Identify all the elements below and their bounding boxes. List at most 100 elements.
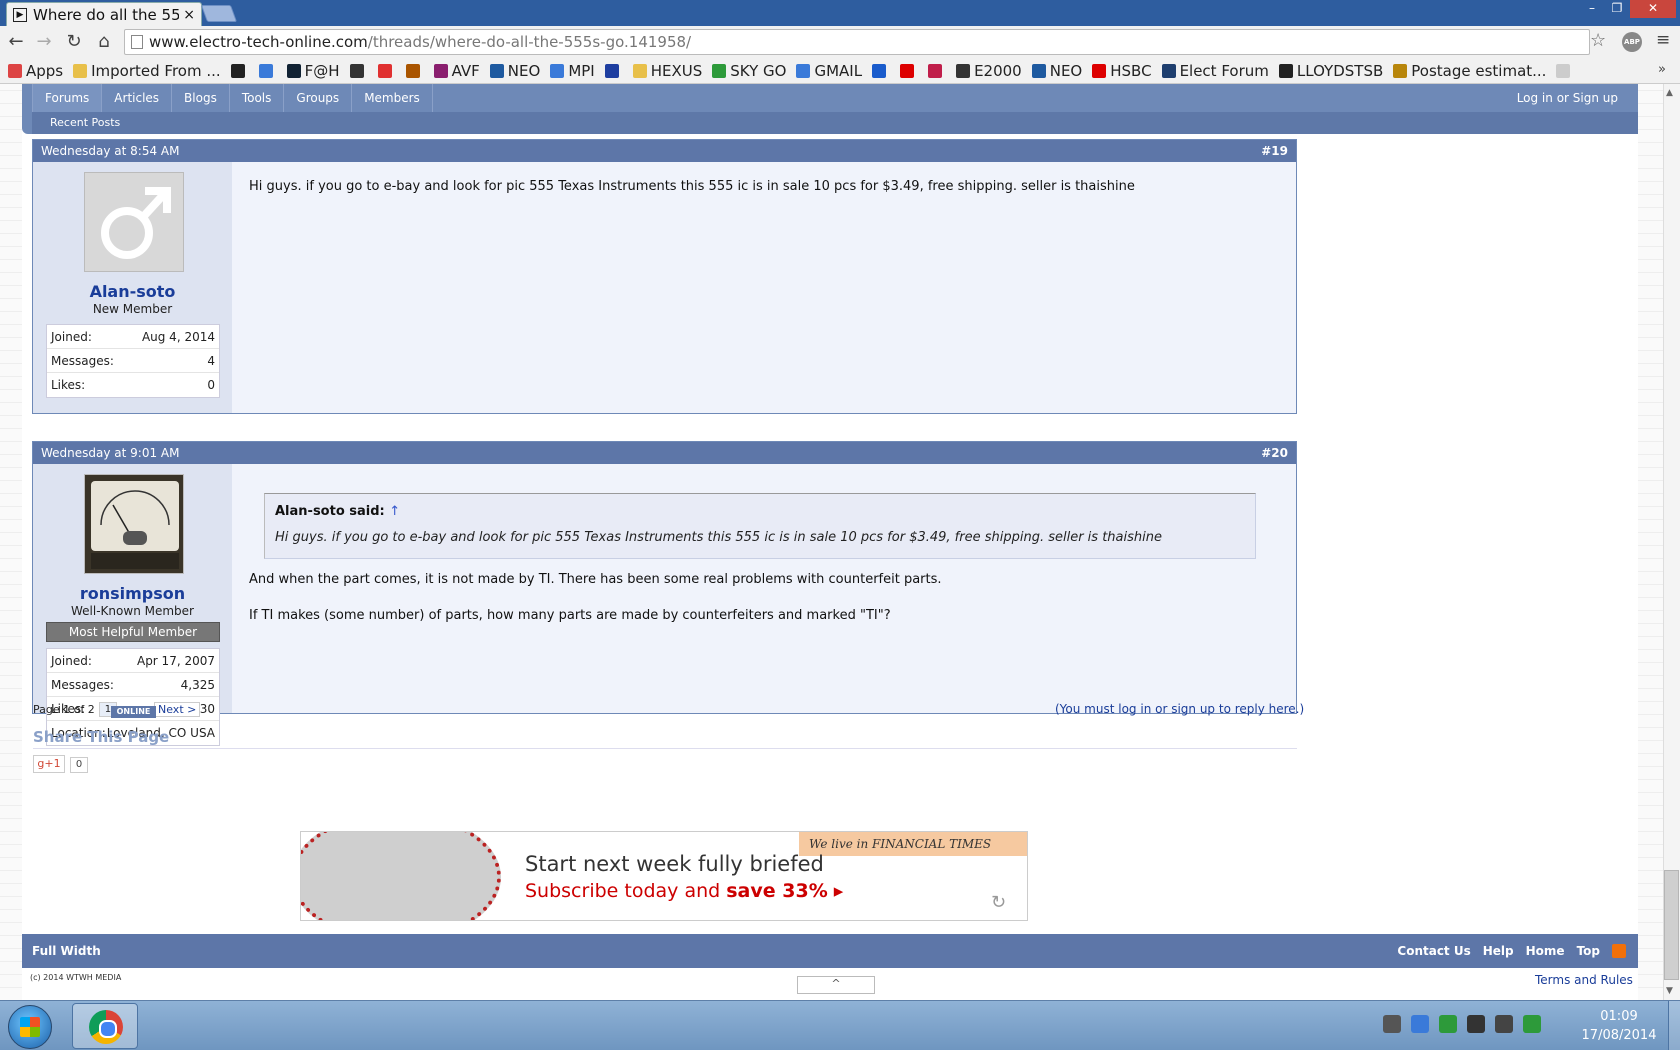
bookmark-item[interactable] (604, 63, 623, 78)
stat-label: Joined: (51, 653, 92, 668)
bookmark-item[interactable]: Elect Forum (1161, 62, 1269, 80)
post-message-line: If TI makes (some number) of parts, how … (249, 608, 891, 623)
tab-members[interactable]: Members (352, 84, 433, 112)
bookmark-item[interactable]: NEO (489, 61, 541, 80)
tray-icon[interactable] (1523, 1015, 1541, 1033)
bookmarks-overflow-icon[interactable]: » (1658, 62, 1666, 77)
tab-close-icon[interactable]: × (183, 7, 195, 23)
google-plus-button[interactable]: g+1 (33, 755, 65, 773)
bookmark-item[interactable] (1556, 63, 1574, 78)
bookmark-item[interactable]: Imported From ... (73, 62, 221, 80)
browser-tab[interactable]: ▶ Where do all the 555 × (6, 2, 202, 26)
clock-time: 01:09 (1600, 1009, 1638, 1024)
terms-link[interactable]: Terms and Rules (1535, 973, 1633, 987)
post-date[interactable]: Wednesday at 9:01 AM (41, 442, 180, 464)
tray-icon[interactable] (1411, 1015, 1429, 1033)
reply-note[interactable]: (You must log in or sign up to reply her… (1055, 702, 1304, 716)
bookmark-label: NEO (1049, 61, 1083, 80)
address-bar[interactable]: www.electro-tech-online.com/threads/wher… (124, 29, 1590, 55)
new-tab-button[interactable] (200, 5, 238, 22)
bookmark-favicon-icon (872, 63, 887, 78)
bookmark-item[interactable]: E2000 (956, 62, 1022, 80)
bookmark-item[interactable]: GMAIL (796, 62, 862, 80)
post-number[interactable]: #19 (1261, 140, 1288, 162)
bookmark-item[interactable] (872, 63, 890, 78)
scroll-up-icon[interactable]: ▲ (1666, 88, 1673, 98)
bookmark-item[interactable] (900, 63, 918, 78)
tab-tools[interactable]: Tools (230, 84, 285, 112)
tab-articles[interactable]: Articles (102, 84, 173, 112)
post-number[interactable]: #20 (1261, 442, 1288, 464)
bookmark-label: NEO (507, 61, 541, 80)
bookmark-item[interactable] (928, 63, 946, 78)
bookmark-label: LLOYDSTSB (1296, 61, 1384, 80)
bookmark-favicon-icon (604, 63, 619, 78)
bookmark-item[interactable]: Apps (8, 62, 63, 80)
home-button[interactable]: ⌂ (92, 30, 116, 54)
globe-image (301, 832, 501, 920)
taskbar-chrome-button[interactable] (72, 1003, 138, 1049)
bookmark-item[interactable]: HSBC (1092, 62, 1152, 80)
quote-jump-icon[interactable]: ↑ (389, 504, 400, 519)
bookmark-item[interactable]: F@H (286, 62, 340, 80)
window-minimize-button[interactable]: – (1581, 0, 1603, 18)
bookmark-item[interactable]: MPI (550, 62, 595, 80)
advertisement[interactable]: We live in FINANCIAL TIMES Start next we… (300, 831, 1028, 921)
bookmark-item[interactable] (230, 63, 249, 78)
adblock-icon[interactable]: ABP (1622, 32, 1642, 52)
stat-value: 4,325 (180, 677, 215, 692)
tab-groups[interactable]: Groups (284, 84, 353, 112)
post-date[interactable]: Wednesday at 8:54 AM (41, 140, 180, 162)
rss-icon[interactable] (1612, 944, 1626, 958)
bookmark-item[interactable]: SKY GO (712, 62, 786, 80)
taskbar-clock[interactable]: 01:09 17/08/2014 (1574, 1007, 1664, 1045)
avatar[interactable] (84, 172, 184, 272)
window-close-button[interactable]: ✕ (1630, 0, 1676, 18)
tab-blogs[interactable]: Blogs (172, 84, 230, 112)
bookmark-star-icon[interactable]: ☆ (1590, 30, 1606, 51)
username[interactable]: ronsimpson (33, 584, 232, 603)
avatar[interactable] (84, 474, 184, 574)
username[interactable]: Alan-soto (33, 282, 232, 301)
bookmark-item[interactable] (405, 63, 424, 78)
bookmark-item[interactable]: HEXUS (632, 62, 702, 80)
forum-nav-tabs: Forums Articles Blogs Tools Groups Members (32, 84, 433, 112)
bookmark-item[interactable]: AVF (433, 62, 480, 80)
bookmark-label: Postage estimat... (1411, 61, 1547, 80)
tray-icon[interactable] (1439, 1015, 1457, 1033)
page-label: Page 1 of 2 (33, 703, 95, 716)
bookmark-item[interactable] (377, 63, 396, 78)
scroll-down-icon[interactable]: ▼ (1666, 986, 1673, 996)
tray-icon[interactable] (1467, 1015, 1485, 1033)
site-favicon-icon: ▶ (13, 7, 27, 22)
menu-icon[interactable]: ≡ (1656, 30, 1670, 50)
bookmark-item[interactable] (349, 63, 368, 78)
recent-posts-link[interactable]: Recent Posts (32, 112, 1638, 134)
bookmark-item[interactable]: NEO (1031, 61, 1083, 80)
forward-button[interactable]: → (32, 30, 56, 54)
back-button[interactable]: ← (4, 30, 28, 54)
bookmark-item[interactable]: LLOYDSTSB (1278, 61, 1384, 80)
window-maximize-button[interactable]: ❐ (1606, 0, 1628, 18)
bookmark-item[interactable]: Postage estimat... (1393, 62, 1546, 80)
show-desktop-button[interactable] (1668, 1001, 1680, 1050)
page-scrollbar[interactable] (1663, 84, 1680, 1000)
contact-us-link[interactable]: Contact Us (1397, 934, 1470, 968)
home-link[interactable]: Home (1526, 934, 1565, 968)
reload-button[interactable]: ↻ (62, 30, 86, 54)
user-stat-row: Messages: 4,325 (47, 673, 219, 697)
tray-icon[interactable] (1495, 1015, 1513, 1033)
user-sidebar: ronsimpson Well-Known Member Most Helpfu… (33, 464, 232, 746)
tab-forums[interactable]: Forums (32, 84, 103, 112)
tray-icon[interactable] (1383, 1015, 1401, 1033)
next-page-link[interactable]: Next > (154, 702, 201, 717)
scrollbar-thumb[interactable] (1664, 870, 1679, 980)
help-link[interactable]: Help (1483, 934, 1514, 968)
bookmark-item[interactable] (258, 63, 277, 78)
login-signup-link[interactable]: Log in or Sign up (1517, 84, 1618, 112)
full-width-link[interactable]: Full Width (32, 934, 101, 968)
scroll-top-button[interactable]: ^ (797, 976, 875, 994)
top-link[interactable]: Top (1577, 934, 1600, 968)
stat-value: Aug 4, 2014 (141, 329, 215, 344)
ad-refresh-icon[interactable]: ↻ (991, 892, 1006, 913)
